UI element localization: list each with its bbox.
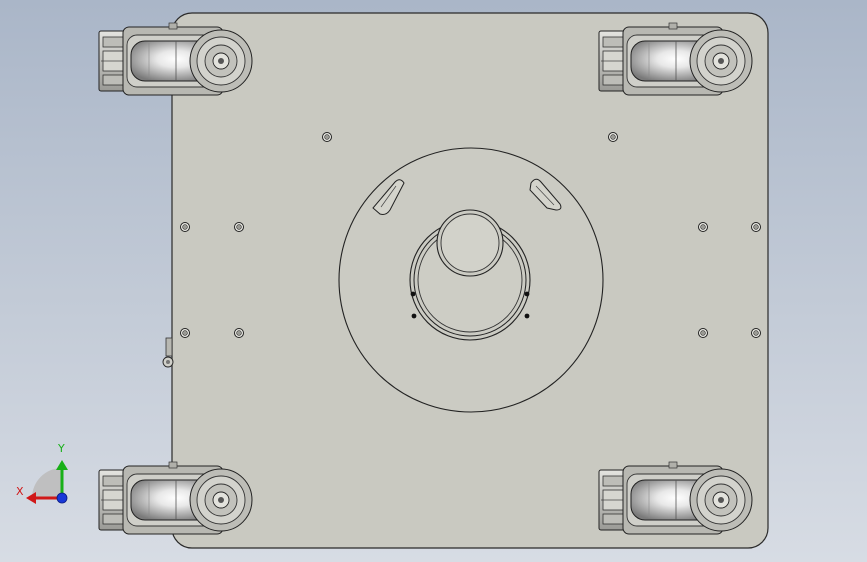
caster-top-right: [598, 22, 753, 96]
caster-bottom-left: [98, 461, 253, 535]
hole: [608, 132, 618, 142]
hole: [751, 222, 761, 232]
drawing-canvas: [26, 12, 769, 549]
hole: [698, 328, 708, 338]
cad-viewport[interactable]: X Y: [0, 0, 867, 562]
caster-top-left: [98, 22, 253, 96]
hole: [180, 328, 190, 338]
hole: [698, 222, 708, 232]
z-axis: [56, 492, 68, 504]
hole: [180, 222, 190, 232]
x-axis-arrow: [26, 492, 36, 504]
triad-y-label: Y: [58, 442, 65, 455]
coordinate-triad: [26, 460, 68, 504]
side-clip: [162, 337, 174, 368]
hole: [322, 132, 332, 142]
hole: [751, 328, 761, 338]
caster-bottom-right: [598, 461, 753, 535]
triad-x-label: X: [16, 485, 24, 498]
hole: [234, 328, 244, 338]
hole: [234, 222, 244, 232]
y-axis-arrow: [56, 460, 68, 470]
